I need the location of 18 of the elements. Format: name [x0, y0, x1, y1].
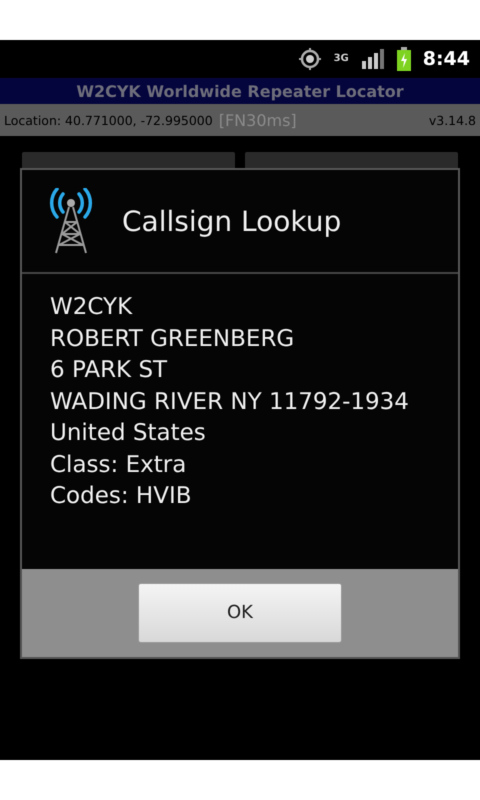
- version-text: v3.14.8: [428, 112, 476, 128]
- signal-icon: [360, 49, 385, 69]
- result-line: WADING RIVER NY 11792-1934: [50, 388, 410, 416]
- location-text: Location: 40.771000, -72.995000: [4, 112, 213, 128]
- radio-tower-icon: [48, 188, 94, 254]
- result-line: 6 PARK ST: [50, 356, 168, 385]
- clock-time: 8:44: [422, 48, 470, 70]
- result-line: United States: [50, 419, 207, 448]
- dialog-title: Callsign Lookup: [122, 204, 342, 238]
- network-type: 3G: [334, 54, 349, 64]
- result-line: Codes: HVIB: [50, 482, 193, 511]
- app-title: W2CYK Worldwide Repeater Locator: [0, 78, 480, 104]
- gps-icon: [298, 47, 322, 71]
- battery-icon: [396, 47, 411, 71]
- result-line: Class: Extra: [50, 450, 188, 480]
- result-line: W2CYK: [50, 293, 134, 322]
- ok-button[interactable]: OK: [138, 582, 342, 642]
- result-line: ROBERT GREENBERG: [50, 324, 296, 354]
